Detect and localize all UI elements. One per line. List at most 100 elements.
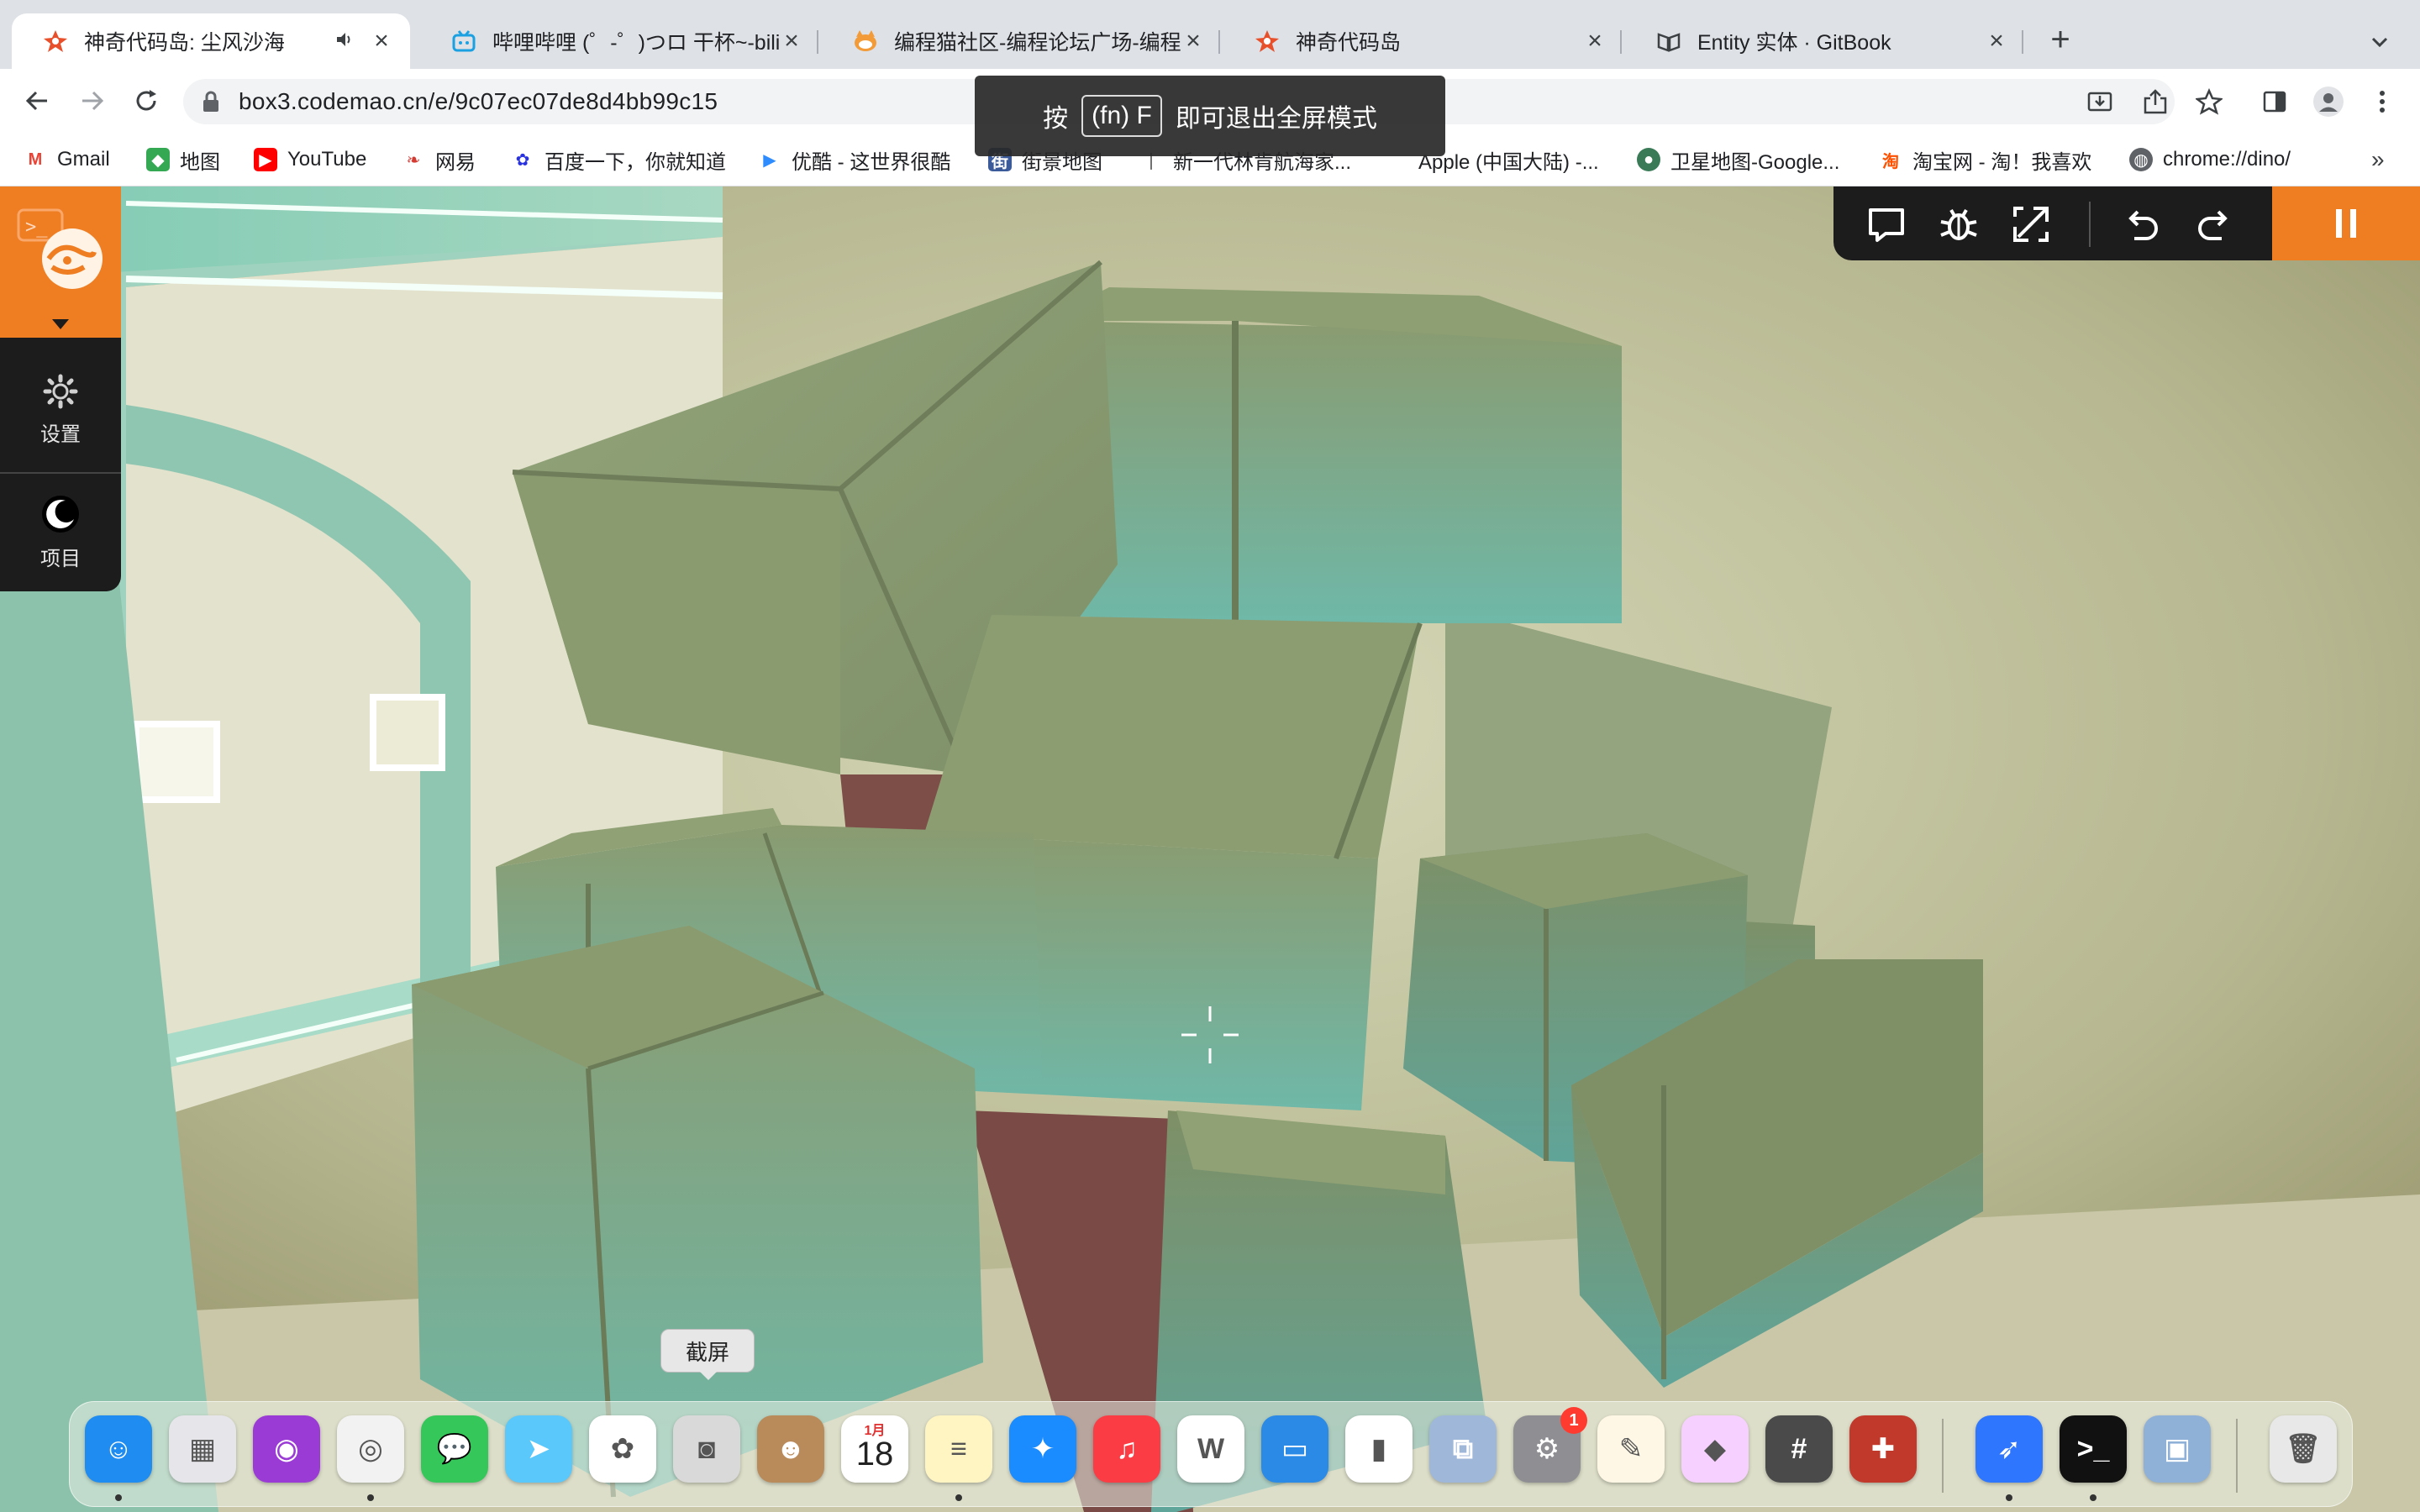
dock-separator (2236, 1419, 2238, 1493)
tab-gitbook[interactable]: Entity 实体 · GitBook × (1625, 13, 2025, 69)
tab-active[interactable]: 神奇代码岛: 尘风沙海 × (12, 13, 410, 69)
music-glyph: ♫ (1116, 1432, 1138, 1465)
game-viewport[interactable] (0, 186, 2420, 1512)
system-preferences-icon[interactable]: ⚙ 1 (1513, 1407, 1587, 1483)
earth-icon: ● (1637, 148, 1660, 171)
contacts-glyph: ☻ (776, 1432, 806, 1465)
bookmark-google-earth[interactable]: ● 卫星地图-Google... (1637, 144, 1839, 175)
pixelmator-icon[interactable]: ◆ (1681, 1415, 1749, 1483)
screen-sharing-icon[interactable]: ⧉ (1429, 1415, 1497, 1483)
close-tab-icon[interactable]: × (370, 29, 393, 54)
running-indicator (2006, 1494, 2012, 1501)
bookmark-label: chrome://dino/ (2163, 148, 2291, 171)
calculator-glyph: # (1791, 1432, 1807, 1465)
new-tab-button[interactable]: + (2044, 23, 2077, 57)
globe-icon: ◍ (2129, 148, 2153, 171)
calculator-icon[interactable]: # (1765, 1415, 1833, 1483)
pause-icon (2336, 209, 2356, 238)
finder-icon[interactable]: ☺ (85, 1415, 152, 1483)
bookmark-dino[interactable]: ◍ chrome://dino/ (2129, 144, 2291, 175)
expand-icon[interactable] (2008, 202, 2054, 247)
close-tab-icon[interactable]: × (780, 29, 803, 54)
bookmark-taobao[interactable]: 淘淘宝网 - 淘！我喜欢 (1879, 144, 2091, 175)
comment-icon[interactable] (1864, 202, 1909, 247)
share-icon[interactable] (2139, 86, 2171, 118)
screenshot-icon[interactable]: ◙ (673, 1415, 740, 1483)
project-menu-item[interactable]: 项目 (0, 494, 121, 571)
bookmarks-overflow-chevron-icon[interactable]: » (2371, 144, 2385, 175)
close-tab-icon[interactable]: × (1583, 29, 1607, 54)
settings-menu-item[interactable]: 设置 (0, 373, 121, 447)
music-icon[interactable]: ♫ (1093, 1415, 1160, 1483)
undo-icon[interactable] (2119, 202, 2165, 247)
chrome-icon[interactable]: ◎ (337, 1415, 404, 1483)
tab-title: 编程猫社区-编程论坛广场-编程学习 (894, 31, 1181, 55)
install-app-icon[interactable] (2084, 86, 2116, 118)
speaker-icon[interactable] (334, 29, 358, 54)
chevron-down-icon[interactable] (52, 319, 69, 329)
forward-arrow-icon[interactable] (76, 84, 109, 118)
trash-icon[interactable]: 🗑 (2270, 1415, 2337, 1483)
youku-icon: ▶ (763, 150, 776, 170)
safari-icon[interactable]: ✦ (1009, 1415, 1076, 1483)
url-text[interactable]: box3.codemao.cn/e/9c07ec07de8d4bb99c15 (239, 88, 718, 115)
pause-button[interactable] (2272, 186, 2420, 260)
maps-glyph: ➤ (526, 1433, 551, 1465)
close-tab-icon[interactable]: × (1181, 29, 1205, 54)
close-tab-icon[interactable]: × (1985, 29, 2008, 54)
bookmark-label: 地图 (180, 150, 220, 174)
svg-text:>_: >_ (25, 217, 48, 238)
bookmark-youtube[interactable]: ▶ YouTube (254, 144, 366, 175)
lock-icon[interactable] (202, 91, 220, 117)
bookmark-youku[interactable]: ▶ 优酷 - 这世界很酷 (758, 144, 950, 175)
numbers-icon[interactable]: ▮ (1345, 1415, 1413, 1483)
side-panel-icon[interactable] (2259, 86, 2291, 118)
tab-codemao-community[interactable]: 编程猫社区-编程论坛广场-编程学习 × (822, 13, 1222, 69)
redo-icon[interactable] (2191, 202, 2237, 247)
bookmark-baidu[interactable]: ✿ 百度一下，你就知道 (511, 144, 726, 175)
trash-glyph: 🗑 (2285, 1433, 2322, 1465)
feishu-icon[interactable]: ➶ (1975, 1415, 2043, 1483)
profile-avatar-icon[interactable] (2312, 86, 2344, 118)
keynote-icon[interactable]: ▭ (1261, 1415, 1328, 1483)
more-menu-icon[interactable] (2366, 86, 2398, 118)
maps-icon[interactable]: ➤ (505, 1415, 572, 1483)
messages-icon[interactable]: 💬 (421, 1415, 488, 1483)
bookmark-gmail[interactable]: M Gmail (24, 144, 110, 175)
instruments-glyph: ✚ (1870, 1433, 1896, 1465)
launchpad-glyph: ▦ (188, 1433, 217, 1465)
photos-icon[interactable]: ✿ (589, 1415, 656, 1483)
preview-icon[interactable]: ▣ (2144, 1415, 2211, 1483)
codemao-star-icon (1254, 28, 1281, 55)
bookmark-star-icon[interactable] (2193, 86, 2225, 118)
chrome-glyph: ◎ (358, 1433, 383, 1465)
bookmark-netease[interactable]: ❧ 网易 (402, 144, 476, 175)
tab-search-chevron-icon[interactable] (2365, 27, 2395, 57)
keynote-glyph: ▭ (1281, 1433, 1309, 1465)
contacts-icon[interactable]: ☻ (757, 1415, 824, 1483)
tab-codemao-island[interactable]: 神奇代码岛 × (1223, 13, 1623, 69)
terminal-icon[interactable]: >_ (2060, 1415, 2127, 1483)
fullscreen-exit-toast: 按 (fn) F 即可退出全屏模式 (975, 76, 1445, 156)
bug-debug-icon[interactable] (1936, 202, 1981, 247)
numbers-glyph: ▮ (1370, 1433, 1387, 1465)
launchpad-icon[interactable]: ▦ (169, 1415, 236, 1483)
game-logo-block[interactable]: >_ (0, 186, 121, 338)
back-arrow-icon[interactable] (20, 84, 54, 118)
pages-icon[interactable]: ✎ (1597, 1415, 1665, 1483)
toast-key: (fn) F (1081, 95, 1162, 137)
crosshair-icon (1181, 1006, 1239, 1063)
notes-icon[interactable]: ≡ (925, 1415, 992, 1483)
podcasts-icon[interactable]: ◉ (253, 1415, 320, 1483)
dock-tooltip: 截屏 (660, 1329, 755, 1380)
instruments-icon[interactable]: ✚ (1849, 1415, 1917, 1483)
bookmark-maps[interactable]: ◆ 地图 (146, 144, 220, 175)
bookmark-label: 优酷 - 这世界很酷 (792, 150, 951, 174)
wps-glyph: W (1197, 1432, 1225, 1465)
calendar-icon[interactable]: 1月 18 (841, 1415, 908, 1483)
bookmark-label: YouTube (287, 148, 367, 171)
wps-icon[interactable]: W (1177, 1415, 1244, 1483)
tab-bilibili[interactable]: 哔哩哔哩 (゜-゜)つロ 干杯~-bilibili × (420, 13, 820, 69)
reload-icon[interactable] (129, 84, 163, 118)
3d-scene (0, 186, 2420, 1512)
